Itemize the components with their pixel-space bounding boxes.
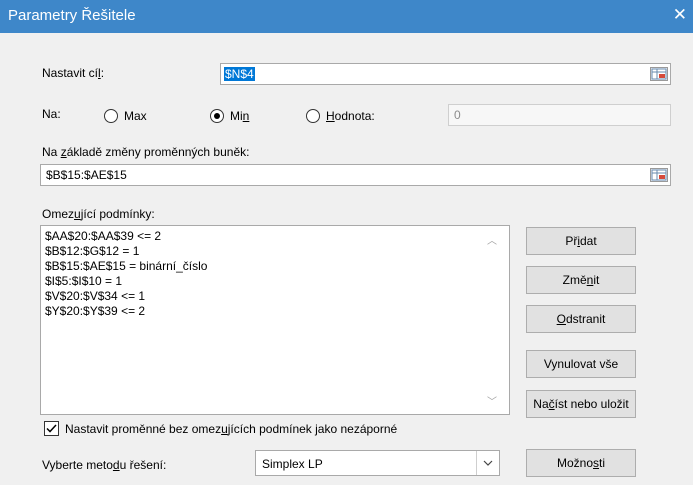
constraints-label: Omezující podmínky: xyxy=(42,207,155,221)
variables-value: $B$15:$AE$15 xyxy=(46,168,127,182)
add-button[interactable]: Př i dat xyxy=(526,227,636,255)
method-value: Simplex LP xyxy=(262,457,323,471)
list-item[interactable]: $V$20:$V$34 <= 1 xyxy=(45,289,207,304)
method-label: Vyberte metodu řešení: xyxy=(42,458,167,472)
solver-parameters-dialog: Parametry Řešitele ✕ Nastavit cíl: $N$4 … xyxy=(0,0,693,485)
scroll-down-icon[interactable]: ﹀ xyxy=(487,393,497,408)
objective-value: $N$4 xyxy=(224,67,255,81)
delete-button[interactable]: Odstranit xyxy=(526,305,636,333)
max-label: Max xyxy=(124,109,147,123)
min-label: Min xyxy=(230,109,250,123)
reset-all-button[interactable]: Vynulovat vše xyxy=(526,350,636,378)
change-button[interactable]: Změ n it xyxy=(526,266,636,294)
title-bar: Parametry Řešitele ✕ xyxy=(0,0,693,33)
variables-label: Na základě změny proměnných buněk: xyxy=(42,145,250,159)
nonneg-checkbox[interactable] xyxy=(44,421,59,436)
objective-label: Nastavit cíl: xyxy=(42,66,105,80)
scroll-up-icon[interactable]: ︿ xyxy=(487,232,497,247)
value-of-field[interactable]: 0 xyxy=(448,104,671,126)
min-radio[interactable] xyxy=(210,109,224,123)
method-select[interactable]: Simplex LP xyxy=(255,450,500,476)
list-item[interactable]: $Y$20:$Y$39 <= 2 xyxy=(45,304,207,319)
value-of-label: Hodnota: xyxy=(326,109,375,123)
constraints-list[interactable]: $AA$20:$AA$39 <= 2 $B$12:$G$12 = 1 $B$15… xyxy=(40,225,510,415)
nonneg-label: Nastavit proměnné bez omezujících podmín… xyxy=(65,422,398,436)
range-selector-icon[interactable] xyxy=(650,67,668,81)
load-save-button[interactable]: Na č íst nebo uložit xyxy=(526,390,636,418)
radio-selected-dot xyxy=(214,113,220,119)
window-title: Parametry Řešitele xyxy=(8,7,136,24)
list-item[interactable]: $B$15:$AE$15 = binární_číslo xyxy=(45,259,207,274)
max-radio[interactable] xyxy=(104,109,118,123)
list-item[interactable]: $I$5:$I$10 = 1 xyxy=(45,274,207,289)
value-of-radio[interactable] xyxy=(306,109,320,123)
chevron-down-icon[interactable] xyxy=(476,451,499,475)
options-button[interactable]: Možno s ti xyxy=(526,449,636,477)
close-icon[interactable]: ✕ xyxy=(673,5,687,25)
objective-field[interactable]: $N$4 xyxy=(220,63,671,85)
to-label: Na: xyxy=(42,107,61,121)
list-item[interactable]: $B$12:$G$12 = 1 xyxy=(45,244,207,259)
variables-field[interactable]: $B$15:$AE$15 xyxy=(40,164,671,186)
checkmark-icon xyxy=(46,424,57,433)
list-item[interactable]: $AA$20:$AA$39 <= 2 xyxy=(45,229,207,244)
range-selector-icon[interactable] xyxy=(650,168,668,182)
